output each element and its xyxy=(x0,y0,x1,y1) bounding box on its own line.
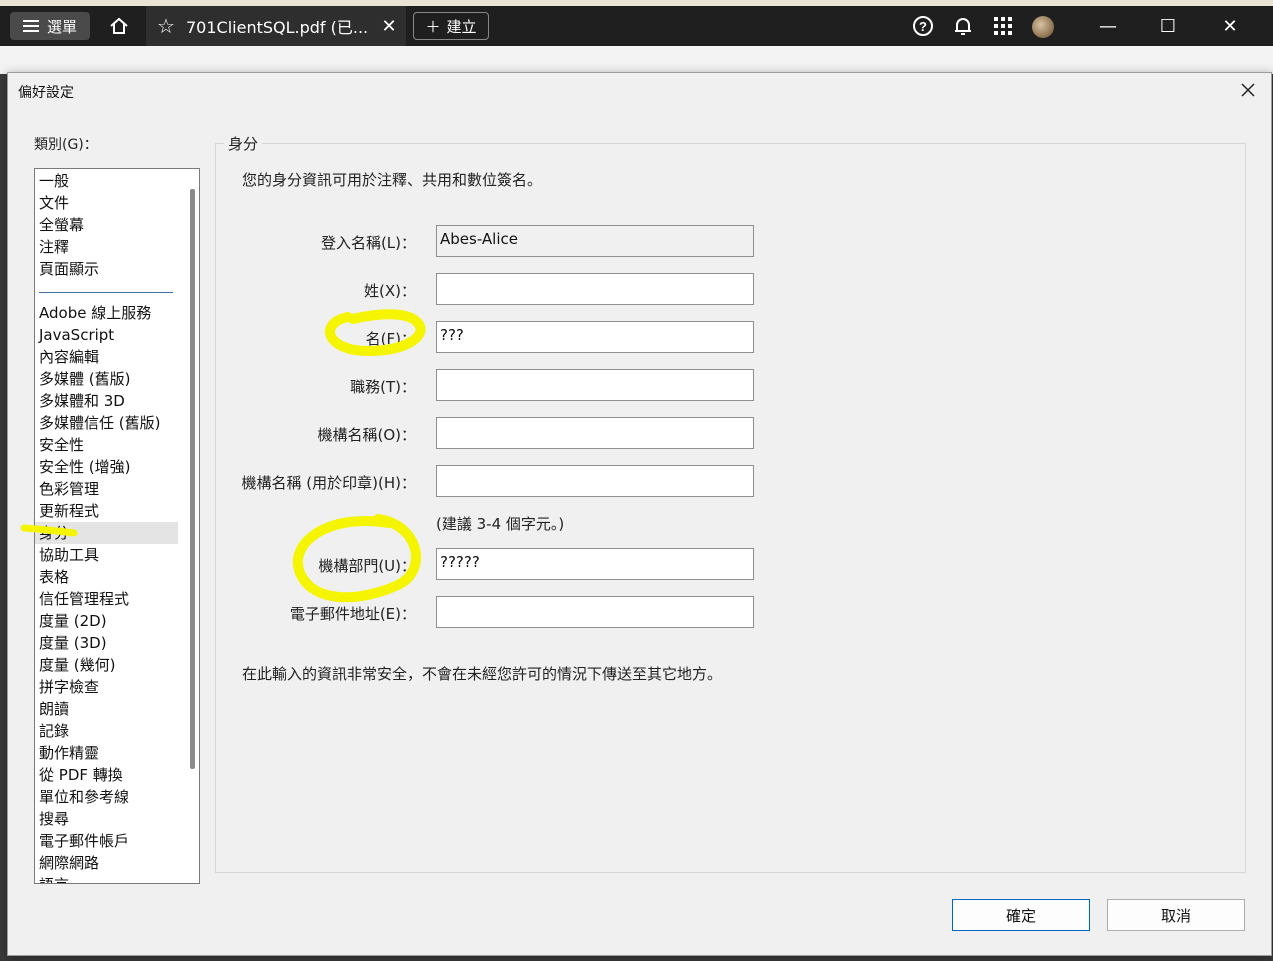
first-name-label: 名(F)： xyxy=(365,330,416,348)
category-separator xyxy=(39,292,173,293)
new-button[interactable]: ＋ 建立 xyxy=(413,12,489,40)
preferences-dialog: 偏好設定 類別(G)： 一般 文件 全螢幕 注釋 頁面顯示 Adobe 線上服務 JavaS… xyxy=(7,72,1272,956)
plus-icon: ＋ xyxy=(425,17,441,36)
category-item[interactable]: 安全性 (增強) xyxy=(39,456,130,478)
org-name-input[interactable] xyxy=(436,417,754,449)
org-short-input[interactable] xyxy=(436,465,754,497)
minimize-icon[interactable]: — xyxy=(1088,12,1128,40)
category-item[interactable]: 度量 (2D) xyxy=(39,610,107,632)
email-label: 電子郵件地址(E)： xyxy=(289,605,416,623)
category-item[interactable]: 度量 (幾何) xyxy=(39,654,115,676)
help-icon[interactable]: ? xyxy=(910,14,936,38)
avatar[interactable] xyxy=(1032,16,1054,38)
email-input[interactable] xyxy=(436,596,754,628)
app-toolbar xyxy=(0,46,1273,74)
title-label: 職務(T)： xyxy=(350,378,416,396)
category-item[interactable]: 多媒體信任 (舊版) xyxy=(39,412,160,434)
dept-input[interactable]: ????? xyxy=(436,548,754,580)
category-item[interactable]: 全螢幕 xyxy=(39,214,84,236)
category-item[interactable]: Adobe 線上服務 xyxy=(39,302,151,324)
category-item[interactable]: 語言 xyxy=(39,874,69,883)
identity-intro: 您的身分資訊可用於注釋、共用和數位簽名。 xyxy=(242,171,543,189)
category-item[interactable]: 頁面顯示 xyxy=(39,258,99,280)
category-item[interactable]: 安全性 xyxy=(39,434,84,456)
category-item[interactable]: 電子郵件帳戶 xyxy=(39,830,129,852)
hamburger-icon xyxy=(22,20,39,32)
dept-label: 機構部門(U)： xyxy=(318,557,416,575)
category-item[interactable]: 信任管理程式 xyxy=(39,588,129,610)
category-item[interactable]: 表格 xyxy=(39,566,69,588)
category-item[interactable]: JavaScript xyxy=(39,324,114,346)
category-item[interactable]: 內容編輯 xyxy=(39,346,99,368)
category-item[interactable]: 動作精靈 xyxy=(39,742,99,764)
cancel-button[interactable]: 取消 xyxy=(1107,899,1245,931)
dialog-title: 偏好設定 xyxy=(18,85,74,101)
dialog-close-icon[interactable] xyxy=(1237,79,1259,101)
ok-button[interactable]: 確定 xyxy=(952,899,1090,931)
last-name-label: 姓(X)： xyxy=(364,282,416,300)
category-item[interactable]: 文件 xyxy=(39,192,69,214)
category-scrollbar[interactable] xyxy=(190,189,195,769)
category-item[interactable]: 從 PDF 轉換 xyxy=(39,764,123,786)
first-name-input[interactable]: ??? xyxy=(436,321,754,353)
security-note: 在此輸入的資訊非常安全，不會在未經您許可的情況下傳送至其它地方。 xyxy=(242,665,723,683)
category-item[interactable]: 一般 xyxy=(39,170,69,192)
home-icon xyxy=(110,17,128,34)
title-input[interactable] xyxy=(436,369,754,401)
menu-label: 選單 xyxy=(46,17,77,36)
category-item[interactable]: 更新程式 xyxy=(39,500,99,522)
category-item[interactable]: 記錄 xyxy=(39,720,69,742)
org-short-label: 機構名稱 (用於印章)(H)： xyxy=(241,474,416,492)
section-title: 身分 xyxy=(224,133,263,154)
menu-button[interactable]: 選單 xyxy=(10,12,90,40)
last-name-input[interactable] xyxy=(436,273,754,305)
star-icon[interactable]: ☆ xyxy=(146,14,186,38)
org-name-label: 機構名稱(O)： xyxy=(317,426,416,444)
category-item[interactable]: 網際網路 xyxy=(39,852,99,874)
apps-grid-icon[interactable] xyxy=(990,14,1016,38)
bell-icon[interactable] xyxy=(950,14,976,38)
app-title-bar: 選單 ☆ 701ClientSQL.pdf (已... ✕ ＋ 建立 ? — ☐… xyxy=(0,6,1273,46)
category-item[interactable]: 拼字檢查 xyxy=(39,676,99,698)
close-tab-icon[interactable]: ✕ xyxy=(372,16,406,37)
category-item[interactable]: 搜尋 xyxy=(39,808,69,830)
category-list[interactable]: 一般 文件 全螢幕 注釋 頁面顯示 Adobe 線上服務 JavaScript 內容編輯 多媒體… xyxy=(34,168,200,884)
category-item[interactable]: 度量 (3D) xyxy=(39,632,107,654)
category-item[interactable]: 朗讀 xyxy=(39,698,69,720)
category-item[interactable]: 多媒體和 3D xyxy=(39,390,125,412)
login-field: Abes-Alice xyxy=(436,225,754,257)
category-label: 類別(G)： xyxy=(34,137,98,153)
tab-title: 701ClientSQL.pdf (已... xyxy=(186,18,369,37)
category-item[interactable]: 單位和參考線 xyxy=(39,786,129,808)
home-button[interactable] xyxy=(104,14,134,38)
category-item[interactable]: 多媒體 (舊版) xyxy=(39,368,130,390)
category-item[interactable]: 注釋 xyxy=(39,236,69,258)
category-item[interactable]: 協助工具 xyxy=(39,544,99,566)
login-label: 登入名稱(L)： xyxy=(320,234,416,252)
document-tab[interactable]: ☆ 701ClientSQL.pdf (已... ✕ xyxy=(146,6,406,46)
org-short-hint: (建議 3-4 個字元。) xyxy=(436,515,565,533)
new-label: 建立 xyxy=(446,17,477,36)
category-item[interactable]: 色彩管理 xyxy=(39,478,99,500)
category-item-selected[interactable]: 身分 xyxy=(35,522,178,544)
svg-text:?: ? xyxy=(919,19,927,34)
maximize-icon[interactable]: ☐ xyxy=(1148,12,1188,40)
window-close-icon[interactable]: ✕ xyxy=(1210,12,1250,40)
